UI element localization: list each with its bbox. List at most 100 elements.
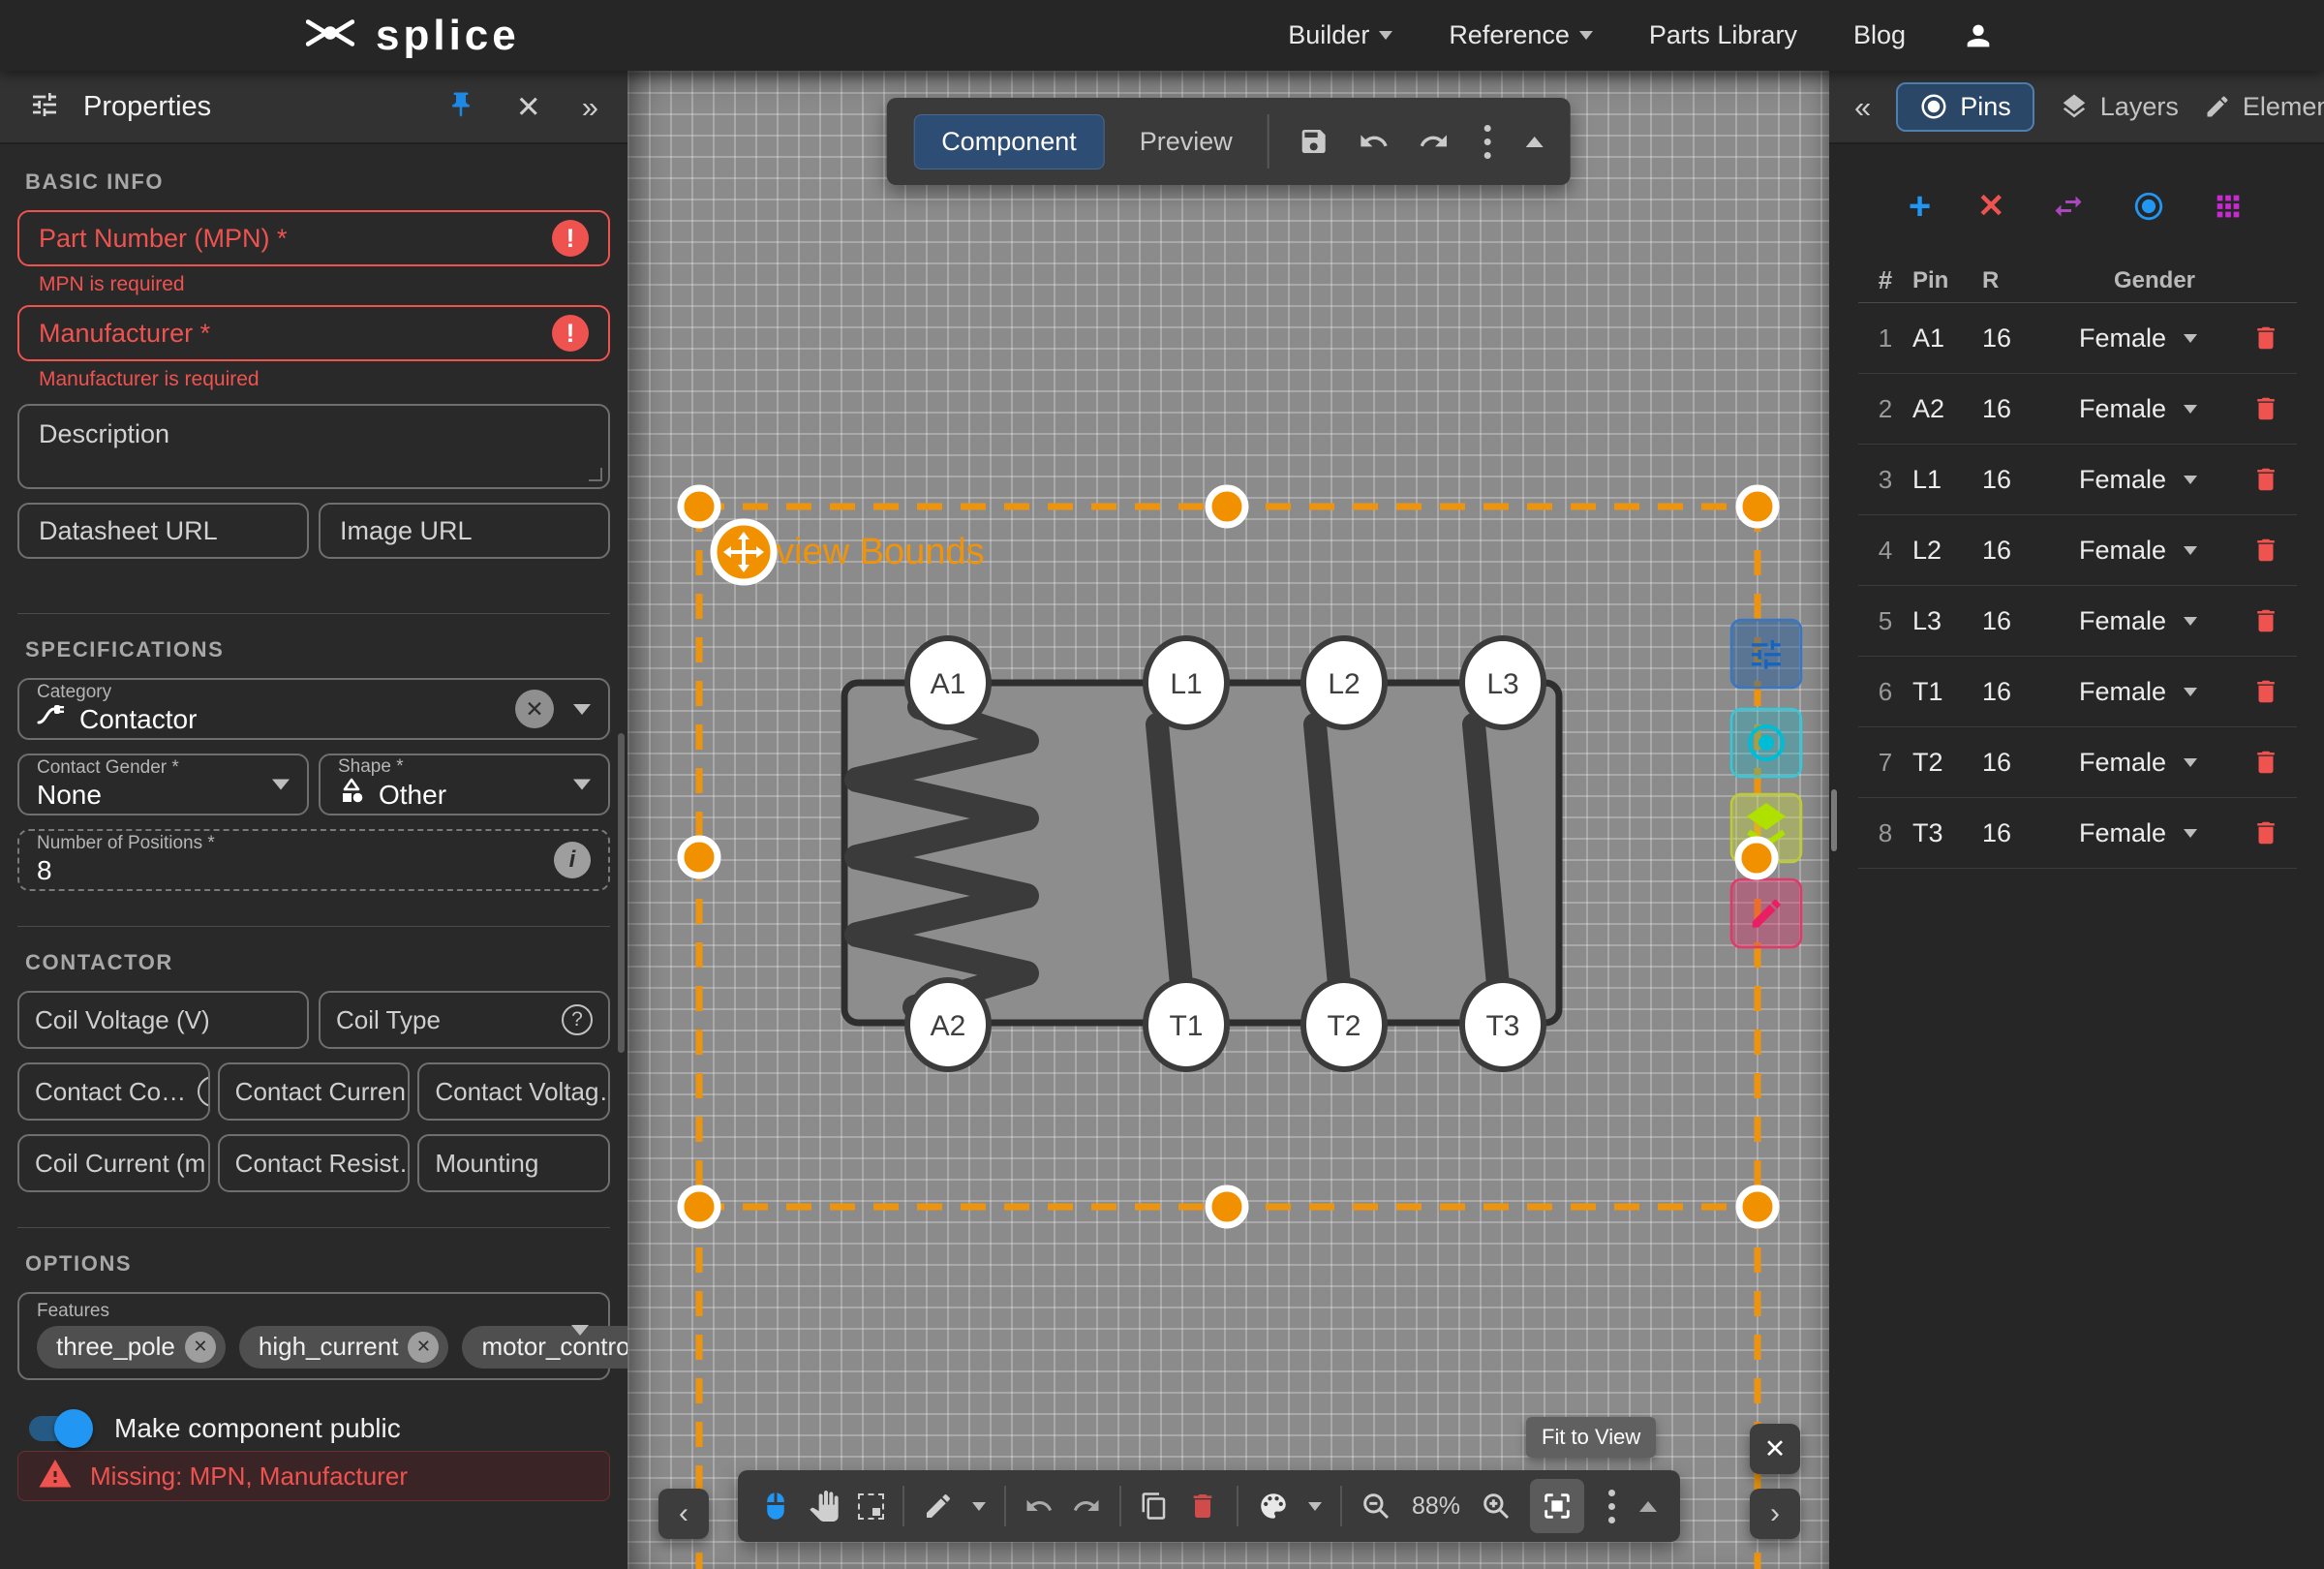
close-panel-icon[interactable]: ✕: [516, 92, 541, 122]
delete-pin-button[interactable]: [2235, 748, 2297, 777]
delete-pin-button[interactable]: [2235, 677, 2297, 706]
info-icon[interactable]: i: [554, 842, 591, 878]
swap-pins-button[interactable]: [2051, 189, 2086, 224]
tab-pins[interactable]: Pins: [1896, 82, 2034, 132]
features-field[interactable]: Features three_pole✕ high_current✕ motor…: [17, 1292, 610, 1380]
pin-panel-icon[interactable]: [446, 90, 475, 124]
nav-item-reference[interactable]: Reference: [1449, 20, 1593, 50]
fit-to-view-button[interactable]: [1530, 1479, 1584, 1533]
delete-pins-button[interactable]: ✕: [1977, 187, 2005, 226]
component-body[interactable]: [844, 683, 1559, 1023]
close-canvas-button[interactable]: ✕: [1750, 1424, 1800, 1474]
delete-pin-button[interactable]: [2235, 536, 2297, 565]
tab-layers[interactable]: Layers: [2060, 92, 2179, 122]
collapse-right-panel-button[interactable]: ›: [1750, 1489, 1800, 1539]
pin-row[interactable]: 2A216 Female: [1858, 374, 2297, 445]
pin-row[interactable]: 7T216 Female: [1858, 727, 2297, 798]
help-icon[interactable]: ?: [198, 1076, 210, 1107]
tab-element[interactable]: Element: [2204, 92, 2324, 122]
grid-view-button[interactable]: [2212, 190, 2245, 223]
draw-tool-button[interactable]: [923, 1491, 954, 1522]
pan-tool-button[interactable]: [809, 1491, 840, 1522]
more-options-button[interactable]: [1479, 125, 1497, 159]
gender-select[interactable]: Female: [2079, 465, 2235, 495]
canvas-quick-buttons[interactable]: [1731, 620, 1801, 947]
description-field[interactable]: Description: [17, 404, 610, 489]
collapse-toolbar-icon[interactable]: [1526, 137, 1544, 147]
feature-chip[interactable]: high_current✕: [239, 1326, 449, 1369]
pin-mode-button[interactable]: [2132, 190, 2165, 223]
tab-component[interactable]: Component: [913, 114, 1105, 169]
mounting-field[interactable]: Mounting: [417, 1134, 610, 1192]
remove-chip-icon[interactable]: ✕: [185, 1332, 216, 1363]
nav-item-builder[interactable]: Builder: [1288, 20, 1392, 50]
marquee-select-button[interactable]: [858, 1493, 884, 1520]
clear-category-icon[interactable]: ✕: [515, 690, 554, 728]
add-pin-button[interactable]: +: [1909, 185, 1931, 229]
coil-current-field[interactable]: Coil Current (m…: [17, 1134, 210, 1192]
collapse-panel-icon[interactable]: «: [1854, 92, 1871, 122]
feature-chip[interactable]: motor_control✕: [462, 1326, 627, 1369]
gender-select[interactable]: Female: [2079, 818, 2235, 848]
feature-chip[interactable]: three_pole✕: [37, 1326, 226, 1369]
pin-row[interactable]: 5L316 Female: [1858, 586, 2297, 657]
user-account-icon[interactable]: [1962, 19, 1995, 52]
pin-row[interactable]: 6T116 Female: [1858, 657, 2297, 727]
chevron-down-icon[interactable]: [573, 704, 591, 715]
draw-tool-menu-icon[interactable]: [972, 1502, 986, 1511]
collapse-left-panel-button[interactable]: ‹: [658, 1489, 709, 1539]
pin-row[interactable]: 4L216 Female: [1858, 515, 2297, 586]
select-tool-button[interactable]: [761, 1490, 790, 1523]
delete-pin-button[interactable]: [2235, 465, 2297, 494]
contact-gender-select[interactable]: Contact Gender * None: [17, 754, 309, 815]
move-bounds-handle[interactable]: [714, 522, 774, 582]
preview-bounds[interactable]: [699, 507, 1758, 1569]
remove-chip-icon[interactable]: ✕: [408, 1332, 439, 1363]
delete-pin-button[interactable]: [2235, 818, 2297, 847]
zoom-out-button[interactable]: [1361, 1491, 1391, 1522]
manufacturer-field[interactable]: Manufacturer * !: [17, 305, 610, 361]
collapse-toolbar-icon[interactable]: [1639, 1501, 1657, 1512]
palette-menu-icon[interactable]: [1308, 1502, 1322, 1511]
copy-button[interactable]: [1140, 1492, 1169, 1521]
nav-item-parts-library[interactable]: Parts Library: [1649, 20, 1797, 50]
coil-type-field[interactable]: Coil Type?: [319, 991, 610, 1049]
panel-scrollbar[interactable]: [618, 733, 625, 1053]
delete-button[interactable]: [1187, 1491, 1218, 1522]
pin-row[interactable]: 8T316 Female: [1858, 798, 2297, 869]
image-url-field[interactable]: Image URL: [319, 503, 610, 559]
save-button[interactable]: [1299, 126, 1330, 157]
tab-preview[interactable]: Preview: [1134, 115, 1238, 169]
gender-select[interactable]: Female: [2079, 677, 2235, 707]
redo-button[interactable]: [1419, 126, 1450, 157]
help-icon[interactable]: ?: [562, 1004, 593, 1035]
mpn-field[interactable]: Part Number (MPN) * !: [17, 210, 610, 266]
undo-button[interactable]: [1359, 126, 1390, 157]
delete-pin-button[interactable]: [2235, 394, 2297, 423]
zoom-level[interactable]: 88%: [1410, 1492, 1462, 1521]
gender-select[interactable]: Female: [2079, 536, 2235, 566]
coil-voltage-field[interactable]: Coil Voltage (V): [17, 991, 309, 1049]
brand-logo[interactable]: splice: [306, 12, 520, 60]
shape-select[interactable]: Shape * Other: [319, 754, 610, 815]
datasheet-url-field[interactable]: Datasheet URL: [17, 503, 309, 559]
redo-button[interactable]: [1072, 1492, 1101, 1521]
gender-select[interactable]: Female: [2079, 606, 2235, 636]
gender-select[interactable]: Female: [2079, 323, 2235, 354]
contact-configuration-field[interactable]: Contact Co…?: [17, 1062, 210, 1121]
gender-select[interactable]: Female: [2079, 748, 2235, 778]
collapse-panel-icon[interactable]: »: [582, 92, 598, 122]
pin-row[interactable]: 3L116 Female: [1858, 445, 2297, 515]
contact-current-field[interactable]: Contact Curren…: [218, 1062, 411, 1121]
zoom-in-button[interactable]: [1481, 1491, 1512, 1522]
contact-voltage-field[interactable]: Contact Voltag…: [417, 1062, 610, 1121]
public-toggle[interactable]: [29, 1416, 89, 1441]
delete-pin-button[interactable]: [2235, 606, 2297, 635]
undo-button[interactable]: [1024, 1492, 1054, 1521]
panel-scrollbar[interactable]: [1831, 789, 1837, 851]
contact-resistance-field[interactable]: Contact Resist…: [218, 1134, 411, 1192]
more-tools-button[interactable]: [1603, 1490, 1621, 1523]
pin-row[interactable]: 1A116 Female: [1858, 303, 2297, 374]
editor-canvas[interactable]: Preview Bounds A1 L1 L2 L3 A2 T1 T2 T3: [627, 71, 1829, 1569]
category-select[interactable]: Category Contactor ✕: [17, 678, 610, 740]
